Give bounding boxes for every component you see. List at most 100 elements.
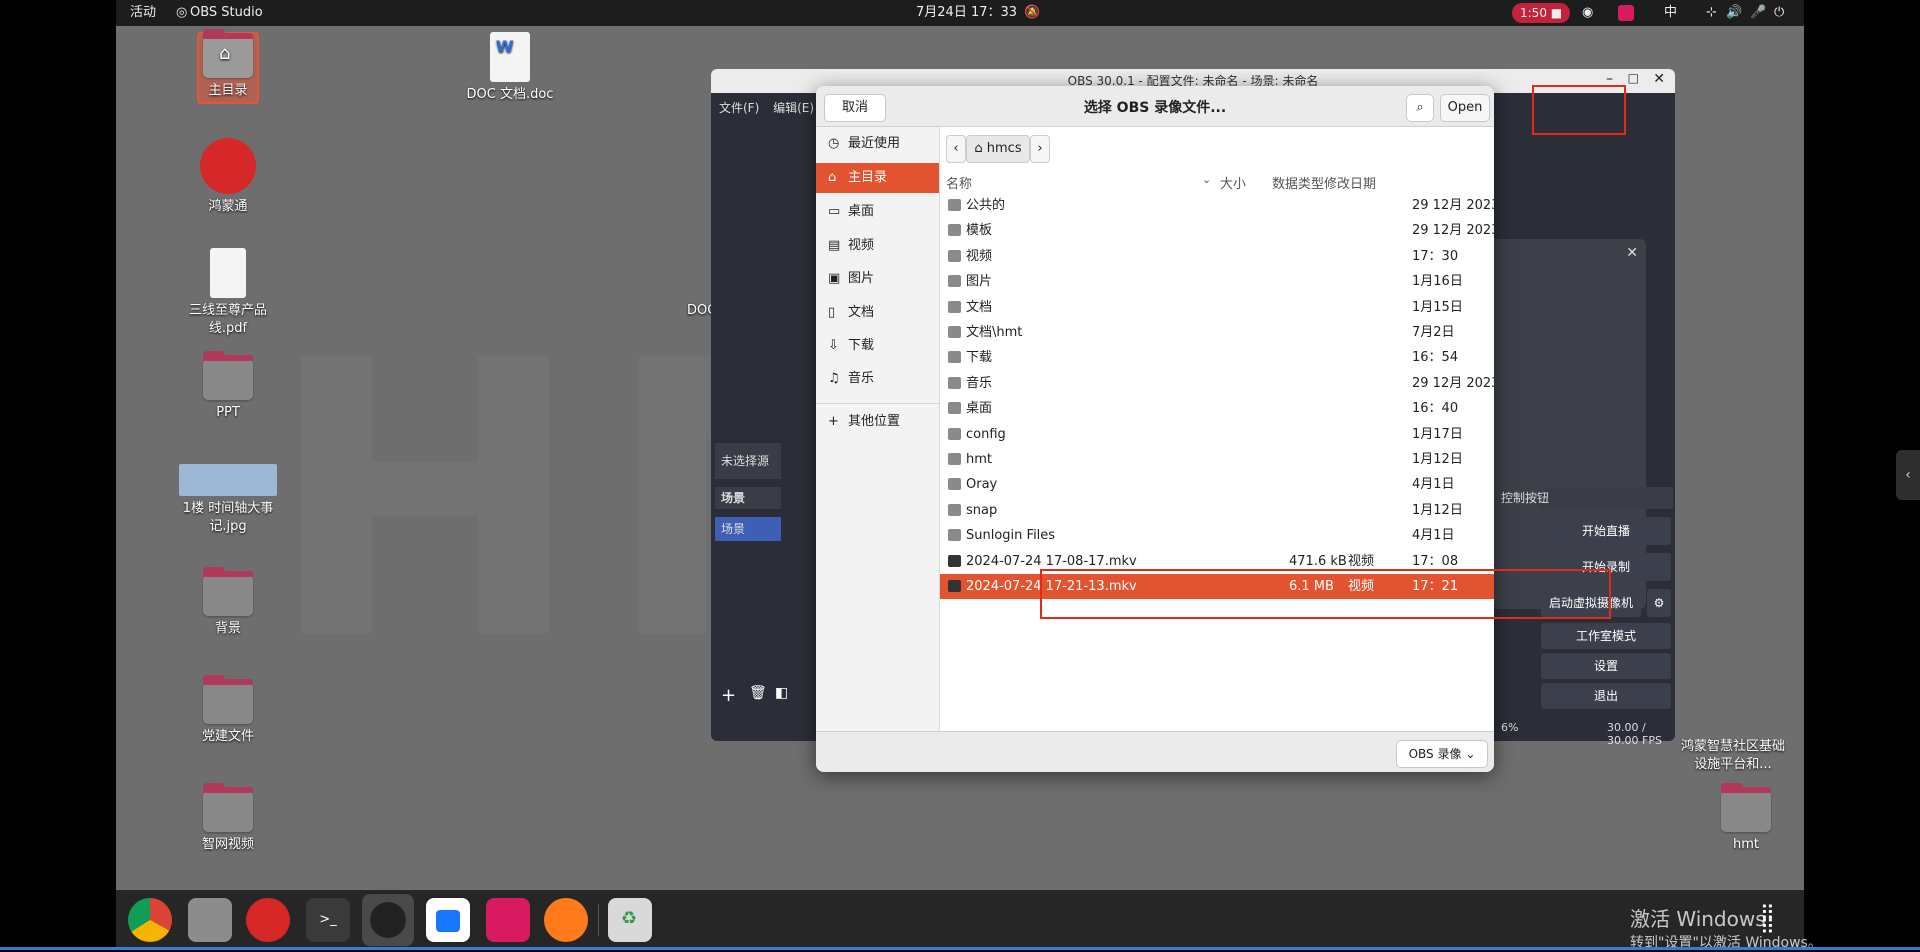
obs-dock-icon[interactable] <box>362 894 414 946</box>
file-row[interactable]: 视频 17：30 <box>940 244 1494 269</box>
forward-arrow-icon[interactable]: › <box>1030 135 1050 163</box>
pink-app-icon[interactable] <box>486 898 530 942</box>
desktop-icon-home[interactable]: ⌂ 主目录 <box>168 29 288 104</box>
file-modified: 1月17日 <box>1412 426 1463 442</box>
folder-icon <box>948 249 961 262</box>
desktop-icon-ppt[interactable]: PPT <box>168 351 288 422</box>
desktop-icon-video[interactable]: 智网视频 <box>168 783 288 854</box>
column-modified[interactable]: 修改日期 <box>1324 173 1376 192</box>
desktop-icon-label: 主目录 <box>208 83 248 98</box>
desktop-icon-hmt-app[interactable]: 鸿蒙通 <box>168 138 288 216</box>
maximize-icon[interactable]: □ <box>1628 71 1639 85</box>
image-icon: ▣ <box>828 271 841 286</box>
folder-icon <box>948 275 961 288</box>
home-folder-icon: ⌂ <box>203 29 253 78</box>
sort-chevron-icon[interactable]: ⌄ <box>1202 173 1211 186</box>
file-row[interactable]: Sunlogin Files 4月1日 <box>940 523 1494 548</box>
folder-icon <box>948 529 961 542</box>
sidebar-item-other-locations[interactable]: + 其他位置 <box>816 407 939 437</box>
file-row[interactable]: 下载 16：54 <box>940 345 1494 370</box>
trash-icon[interactable]: ♻ <box>608 898 652 942</box>
grid-icon[interactable]: ⠿ ⠿ <box>1760 903 1775 937</box>
sidebar-item-music[interactable]: ♫ 音乐 <box>816 364 939 394</box>
globe-icon[interactable]: ◉ <box>1582 0 1593 26</box>
obs-dialog-close-icon[interactable]: ✕ <box>1626 245 1638 261</box>
file-type-filter[interactable]: OBS 录像 ⌄ <box>1396 740 1488 768</box>
menu-edit[interactable]: 编辑(E) <box>773 101 814 115</box>
delete-scene-icon[interactable]: 🗑 <box>749 685 767 701</box>
file-row[interactable]: 文档 1月15日 <box>940 295 1494 320</box>
open-button[interactable]: Open <box>1440 94 1490 122</box>
studio-mode-button[interactable]: 工作室模式 <box>1541 623 1671 649</box>
exit-button[interactable]: 退出 <box>1541 683 1671 709</box>
desktop-icon-hmt-platform[interactable]: 鸿蒙智慧社区基础设施平台和... <box>1678 738 1788 774</box>
desktop-icon-background[interactable]: 背景 <box>168 567 288 638</box>
search-icon[interactable]: ⌕ <box>1406 94 1434 122</box>
start-stream-button[interactable]: 开始直播 <box>1541 517 1671 545</box>
file-row[interactable]: 音乐 29 12月 2023 <box>940 371 1494 396</box>
app-menu[interactable]: OBS Studio <box>190 0 263 26</box>
hongmengtong-dock-icon[interactable] <box>246 898 290 942</box>
firefox-icon[interactable] <box>544 898 588 942</box>
video-file-icon <box>948 554 961 567</box>
menu-file[interactable]: 文件(F) <box>719 101 759 115</box>
app-tray-icon[interactable] <box>1618 5 1634 21</box>
no-source-label: 未选择源 <box>715 443 781 479</box>
file-row[interactable]: 公共的 29 12月 2023 <box>940 193 1494 218</box>
filter-scene-icon[interactable]: ◧ <box>775 685 788 701</box>
folder-icon <box>948 402 961 415</box>
file-name: Sunlogin Files <box>966 528 1056 544</box>
desktop-icon-doc[interactable]: W DOC 文档.doc <box>450 32 570 104</box>
column-type[interactable]: 数据类型 <box>1272 173 1324 192</box>
activities-button[interactable]: 活动 <box>130 0 156 26</box>
scene-item[interactable]: 场景 <box>715 517 781 541</box>
network-icon[interactable]: ⊹ <box>1706 0 1717 26</box>
desktop-icon-jpg[interactable]: 1楼 时间轴大事记.jpg <box>168 464 288 536</box>
document-icon: ▯ <box>828 305 836 320</box>
file-row[interactable]: 桌面 16：40 <box>940 396 1494 421</box>
file-row[interactable]: snap 1月12日 <box>940 498 1494 523</box>
desktop-icon-label: PPT <box>216 405 240 420</box>
desktop-icon-party[interactable]: 党建文件 <box>168 675 288 746</box>
file-row[interactable]: 图片 1月16日 <box>940 269 1494 294</box>
folder-icon <box>203 675 253 724</box>
sidebar-item-desktop[interactable]: ▭ 桌面 <box>816 197 939 227</box>
add-scene-icon[interactable]: + <box>721 685 736 706</box>
recording-timer[interactable]: 1:50 ■ <box>1512 3 1571 23</box>
sidebar-item-home[interactable]: ⌂ 主目录 <box>816 163 939 193</box>
back-arrow-icon[interactable]: ‹ <box>946 135 966 163</box>
sidebar-item-documents[interactable]: ▯ 文档 <box>816 298 939 328</box>
file-row[interactable]: 模板 29 12月 2023 <box>940 218 1494 243</box>
file-row[interactable]: 文档\hmt 7月2日 <box>940 320 1494 345</box>
folder-icon <box>948 427 961 440</box>
virtual-camera-settings-icon[interactable]: ⚙ <box>1647 589 1671 617</box>
clock[interactable]: 7月24日 17：33 <box>916 0 1017 26</box>
sidebar-item-pictures[interactable]: ▣ 图片 <box>816 264 939 294</box>
side-panel-arrow-icon[interactable]: ‹ <box>1896 450 1920 500</box>
feishu-icon[interactable] <box>426 898 470 942</box>
terminal-icon[interactable]: >_ <box>306 898 350 942</box>
file-row[interactable]: hmt 1月12日 <box>940 447 1494 472</box>
desktop-icon-hmt[interactable]: hmt <box>1686 783 1804 854</box>
sidebar-item-downloads[interactable]: ⇩ 下载 <box>816 331 939 361</box>
power-icon[interactable]: ⏻ <box>1774 0 1784 26</box>
input-method-indicator[interactable]: 中 <box>1664 0 1677 26</box>
breadcrumb-hmcs[interactable]: ⌂ hmcs <box>966 135 1030 163</box>
file-row[interactable]: config 1月17日 <box>940 422 1494 447</box>
files-icon[interactable] <box>188 898 232 942</box>
pdf-file-icon <box>210 248 246 298</box>
file-row[interactable]: Oray 4月1日 <box>940 472 1494 497</box>
microphone-icon[interactable]: 🎤 <box>1750 0 1766 26</box>
sidebar-item-videos[interactable]: ▤ 视频 <box>816 231 939 261</box>
file-modified: 7月2日 <box>1412 325 1455 340</box>
chrome-icon[interactable] <box>128 898 172 942</box>
desktop-icon-pdf[interactable]: 三线至尊产品线.pdf <box>168 248 288 338</box>
settings-button[interactable]: 设置 <box>1541 653 1671 679</box>
close-icon[interactable]: ✕ <box>1653 71 1665 87</box>
column-name[interactable]: 名称 <box>946 173 972 192</box>
sidebar-item-recent[interactable]: ◷ 最近使用 <box>816 129 939 159</box>
column-size[interactable]: 大小 <box>1220 173 1246 192</box>
volume-icon[interactable]: 🔊 <box>1726 0 1742 26</box>
file-modified: 1月16日 <box>1412 274 1463 290</box>
file-name: 视频 <box>966 248 993 264</box>
